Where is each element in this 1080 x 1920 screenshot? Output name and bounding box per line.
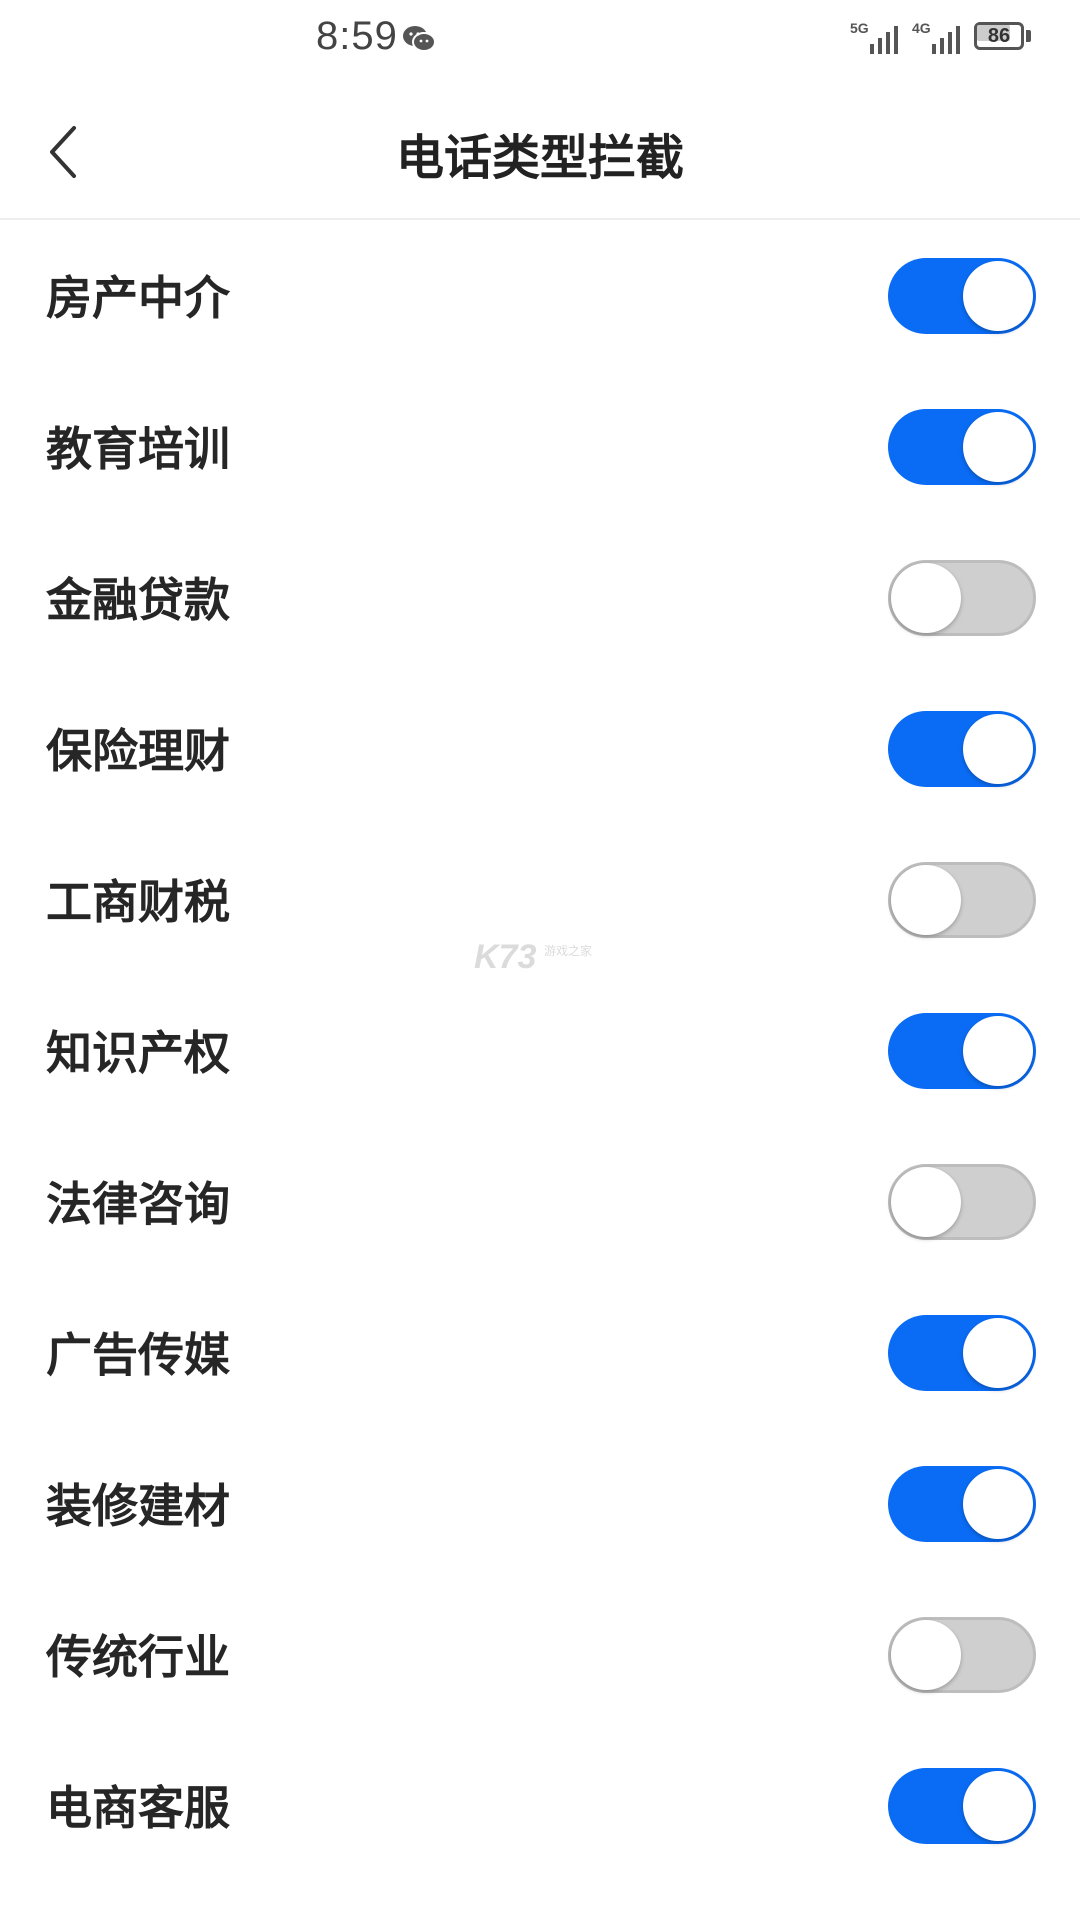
toggle-knob — [963, 412, 1033, 482]
toggle-knob — [963, 1016, 1033, 1086]
list-item: 广告传媒 — [0, 1277, 1080, 1428]
toggle-switch[interactable] — [888, 862, 1036, 938]
list-item: 知识产权 — [0, 975, 1080, 1126]
toggle-knob — [963, 714, 1033, 784]
network-1-label: 5G — [850, 20, 869, 36]
watermark-text: K73 — [474, 938, 537, 976]
list-item: 装修建材 — [0, 1428, 1080, 1579]
toggle-switch[interactable] — [888, 1164, 1036, 1240]
battery-icon: 86 — [974, 22, 1034, 54]
signal-4g-icon: 4G — [912, 20, 966, 56]
page-title: 电话类型拦截 — [395, 130, 684, 186]
toggle-knob — [891, 1620, 961, 1690]
toggle-switch[interactable] — [888, 1466, 1036, 1542]
item-label: 教育培训 — [46, 422, 230, 476]
item-label: 知识产权 — [46, 1026, 230, 1080]
toggle-knob — [963, 1469, 1033, 1539]
item-label: 装修建材 — [46, 1479, 230, 1533]
header: 电话类型拦截 — [0, 84, 1080, 220]
toggle-knob — [891, 865, 961, 935]
network-2-label: 4G — [912, 20, 931, 36]
toggle-knob — [963, 1318, 1033, 1388]
watermark-small-text: 游戏之家 — [544, 944, 593, 958]
block-type-list: 房产中介教育培训金融贷款保险理财工商财税知识产权法律咨询广告传媒装修建材传统行业… — [0, 220, 1080, 1881]
toggle-switch[interactable] — [888, 711, 1036, 787]
watermark-logo: K73 游戏之家 — [474, 938, 604, 978]
list-item: 电商客服 — [0, 1730, 1080, 1881]
item-label: 金融贷款 — [46, 573, 230, 627]
item-label: 法律咨询 — [46, 1177, 230, 1231]
signal-5g-icon: 5G — [850, 20, 904, 56]
signal-bars-icon — [932, 26, 960, 54]
toggle-switch[interactable] — [888, 1315, 1036, 1391]
item-label: 房产中介 — [46, 271, 230, 325]
item-label: 传统行业 — [46, 1630, 230, 1684]
toggle-switch[interactable] — [888, 1768, 1036, 1844]
toggle-switch[interactable] — [888, 409, 1036, 485]
status-bar: 8:59 5G 4G 86 — [0, 0, 1080, 84]
toggle-switch[interactable] — [888, 1013, 1036, 1089]
list-item: 房产中介 — [0, 220, 1080, 371]
item-label: 电商客服 — [46, 1781, 230, 1835]
toggle-switch[interactable] — [888, 560, 1036, 636]
toggle-knob — [963, 1771, 1033, 1841]
wechat-icon — [403, 26, 436, 52]
list-item: 法律咨询 — [0, 1126, 1080, 1277]
toggle-switch[interactable] — [888, 1617, 1036, 1693]
item-label: 保险理财 — [46, 724, 230, 778]
status-time: 8:59 — [316, 14, 398, 58]
item-label: 广告传媒 — [46, 1328, 230, 1382]
list-item: 传统行业 — [0, 1579, 1080, 1730]
signal-bars-icon — [870, 26, 898, 54]
list-item: 教育培训 — [0, 371, 1080, 522]
toggle-knob — [891, 1167, 961, 1237]
item-label: 工商财税 — [46, 875, 230, 929]
list-item: 保险理财 — [0, 673, 1080, 824]
toggle-knob — [891, 563, 961, 633]
toggle-knob — [963, 261, 1033, 331]
list-item: 金融贷款 — [0, 522, 1080, 673]
battery-level: 86 — [987, 25, 1011, 47]
toggle-switch[interactable] — [888, 258, 1036, 334]
